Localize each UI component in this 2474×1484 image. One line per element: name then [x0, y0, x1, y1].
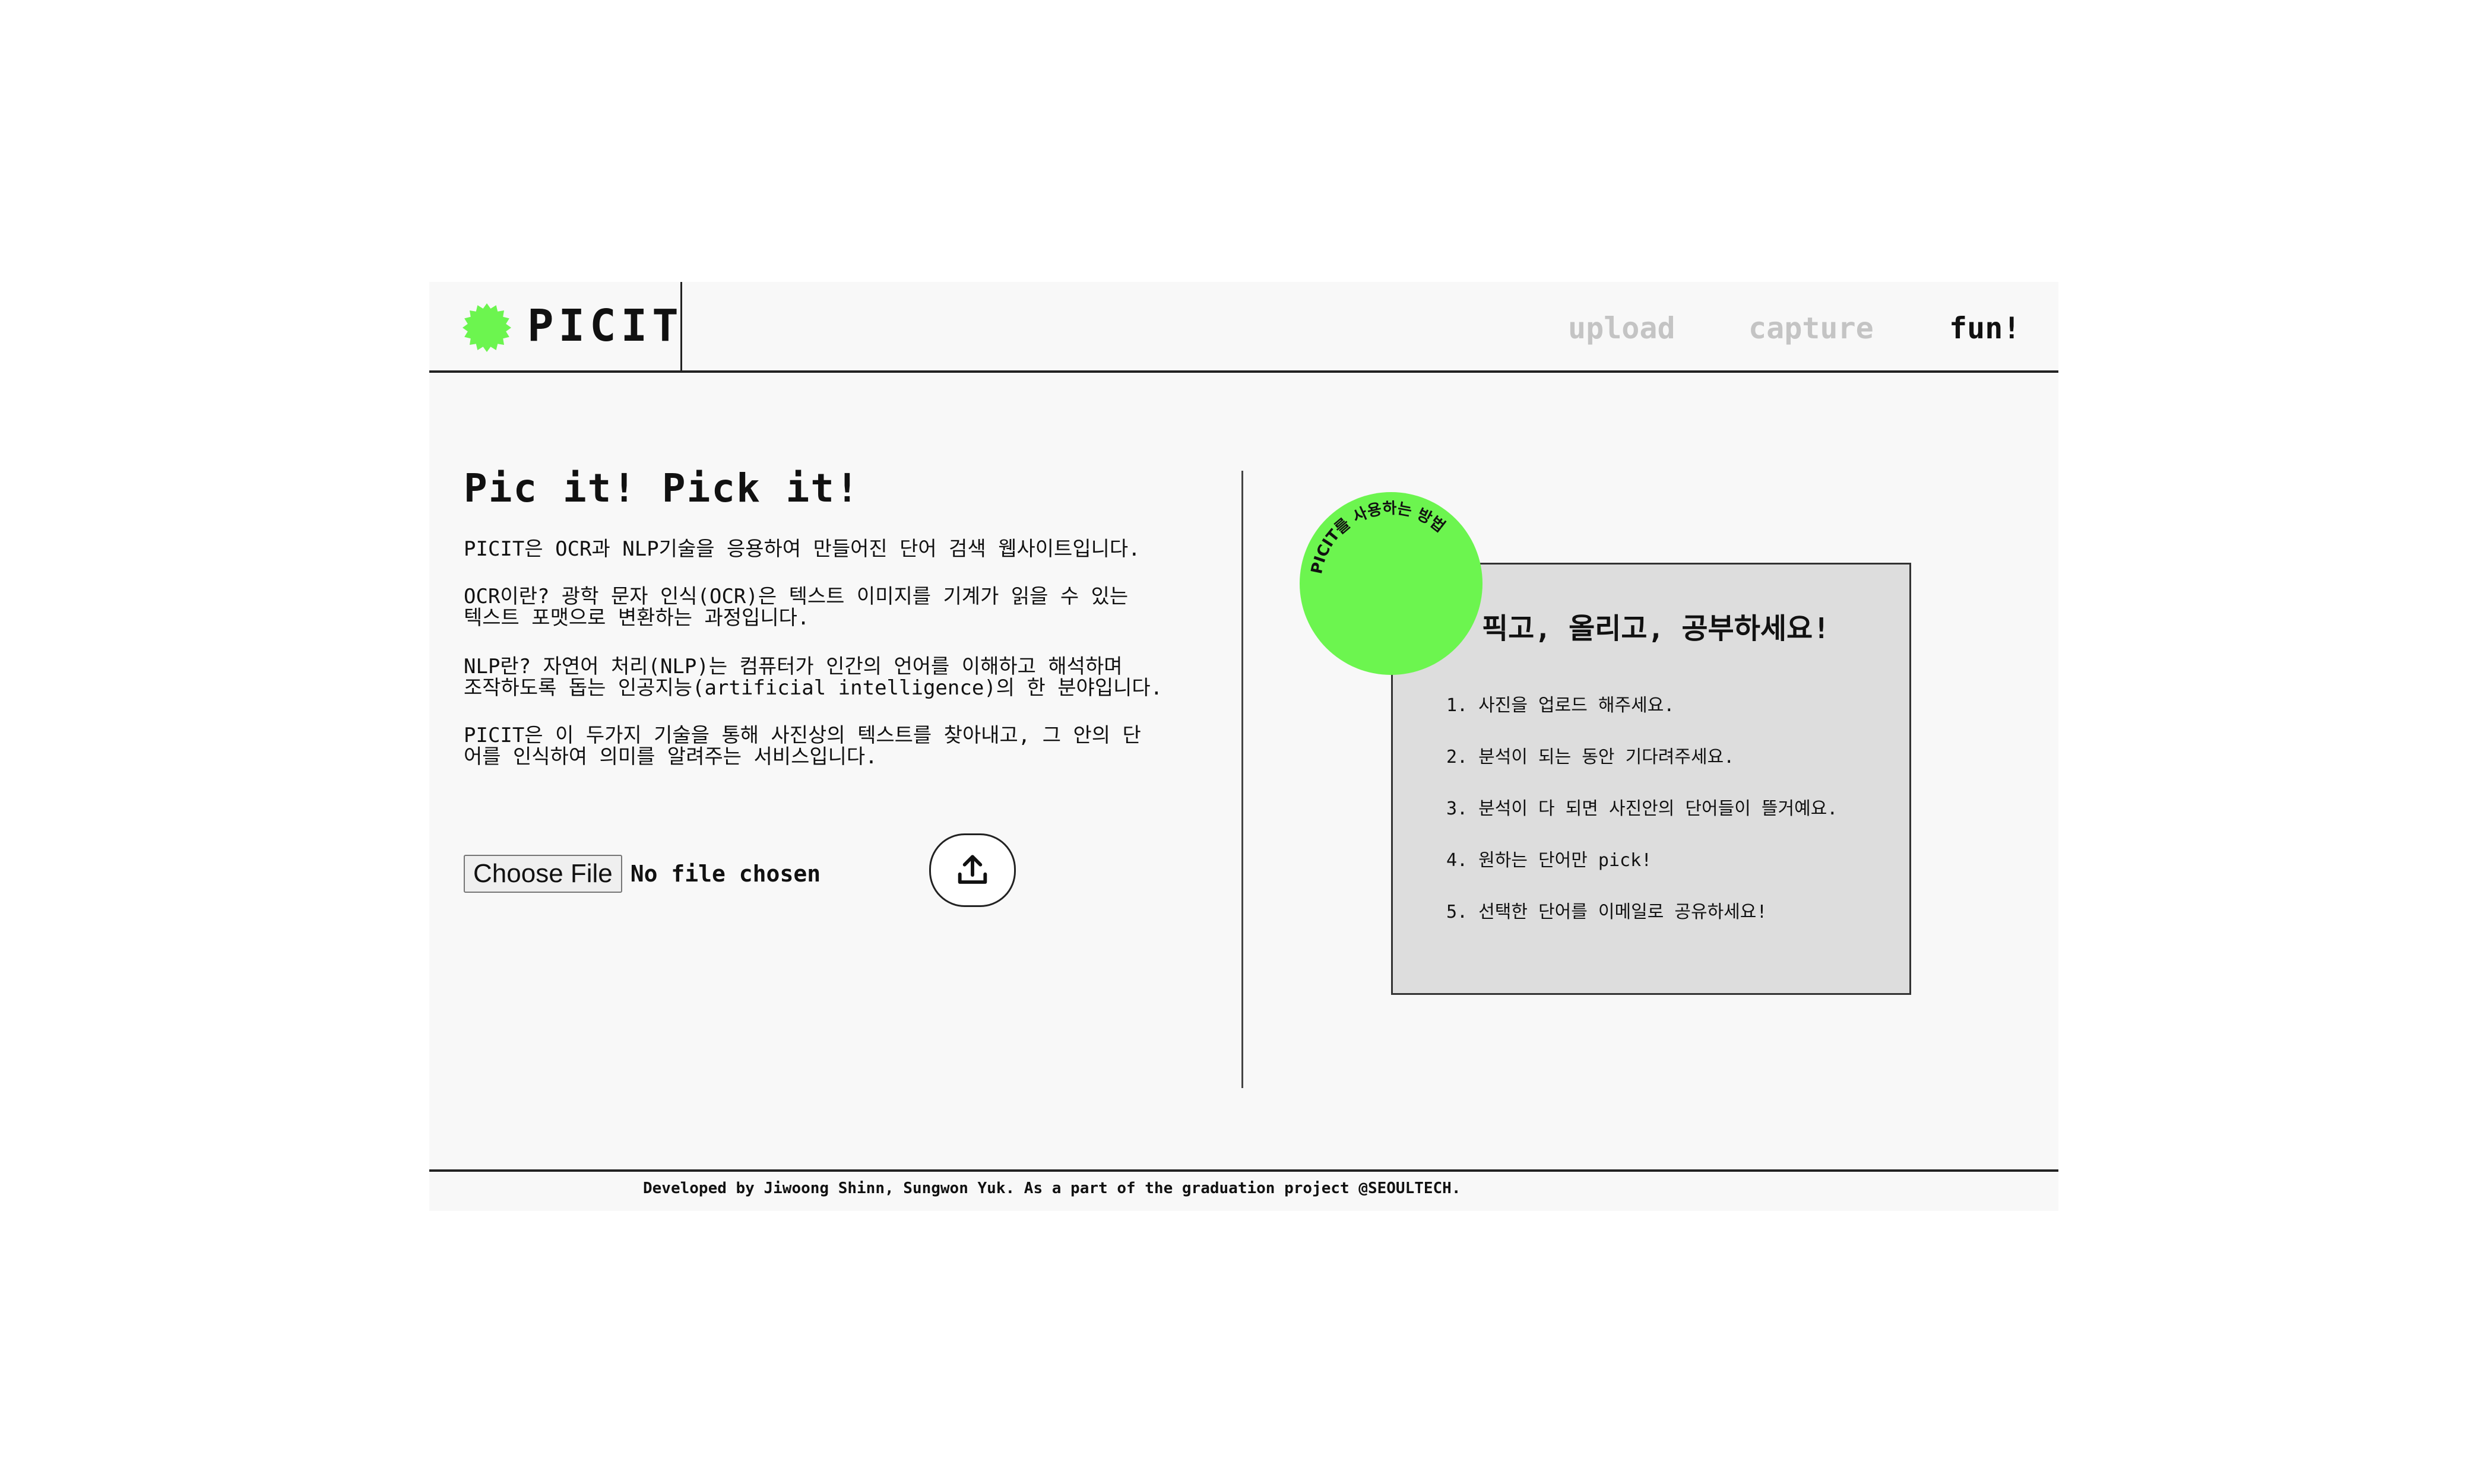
- upload-icon: [958, 855, 987, 884]
- app-window: PICIT upload capture fun! Pic it! Pick i…: [429, 282, 2058, 1211]
- nav-upload-link[interactable]: upload: [1568, 310, 1675, 346]
- guide-step: 4. 원하는 단어만 pick!: [1446, 850, 1652, 871]
- guide-step: 5. 선택한 단어를 이메일로 공유하세요!: [1446, 902, 1767, 922]
- guide-step: 1. 사진을 업로드 해주세요.: [1446, 695, 1675, 716]
- nav-fun-link[interactable]: fun!: [1949, 310, 2020, 346]
- footer-credits: Developed by Jiwoong Shinn, Sungwon Yuk.…: [643, 1179, 1461, 1197]
- site-footer: Developed by Jiwoong Shinn, Sungwon Yuk.…: [429, 1169, 2058, 1211]
- service-paragraph: PICIT은 이 두가지 기술을 통해 사진상의 텍스트를 찾아내고, 그 안의…: [464, 724, 1141, 769]
- vertical-divider: [1241, 471, 1243, 1088]
- choose-file-button[interactable]: Choose File: [464, 855, 622, 893]
- ocr-paragraph: OCR이란? 광학 문자 인식(OCR)은 텍스트 이미지를 기계가 읽을 수 …: [464, 585, 1129, 630]
- page-headline: Pic it! Pick it!: [464, 465, 860, 511]
- file-input: Choose File No file chosen: [464, 855, 821, 893]
- starburst-logo-icon: [463, 303, 511, 352]
- nlp-paragraph: NLP란? 자연어 처리(NLP)는 컴퓨터가 인간의 언어를 이해하고 해석하…: [464, 655, 1163, 700]
- file-status-text: No file chosen: [630, 861, 821, 887]
- logo[interactable]: PICIT: [429, 282, 682, 370]
- intro-paragraph: PICIT은 OCR과 NLP기술을 응용하여 만들어진 단어 검색 웹사이트입…: [464, 537, 1141, 561]
- site-header: PICIT upload capture fun!: [429, 282, 2058, 373]
- logo-text: PICIT: [527, 300, 683, 351]
- how-to-badge: PICIT를 사용하는 방법: [1300, 492, 1483, 675]
- nav-capture-link[interactable]: capture: [1748, 310, 1874, 346]
- guide-step: 2. 분석이 되는 동안 기다려주세요.: [1446, 747, 1735, 768]
- guide-step: 3. 분석이 다 되면 사진안의 단어들이 뜰거예요.: [1446, 798, 1838, 819]
- upload-button[interactable]: [929, 833, 1016, 907]
- guide-title: 픽고, 올리고, 공부하세요!: [1482, 612, 1830, 645]
